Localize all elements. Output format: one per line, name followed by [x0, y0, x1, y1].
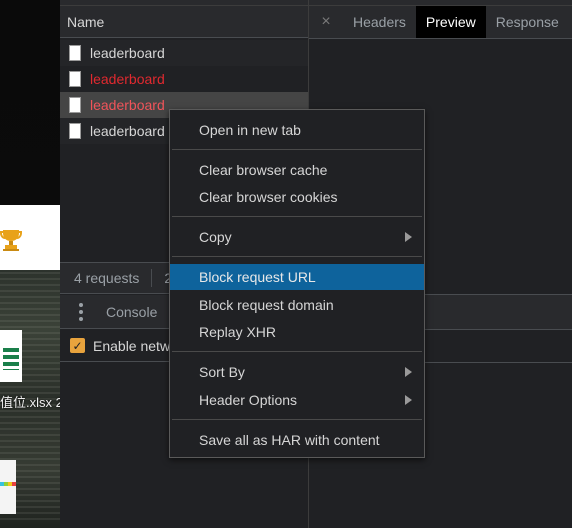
menu-item-sort-by[interactable]: Sort By: [170, 359, 424, 385]
spreadsheet-icon[interactable]: [0, 330, 22, 382]
document-icon: [69, 71, 81, 87]
menu-separator: [172, 149, 422, 150]
request-row[interactable]: leaderboard: [60, 66, 308, 92]
desktop-file-label[interactable]: 值位.xlsx 2: [0, 392, 60, 411]
menu-item-label: Block request URL: [199, 269, 316, 285]
menu-separator: [172, 351, 422, 352]
request-name: leaderboard: [90, 45, 165, 61]
submenu-arrow-icon: [405, 232, 412, 242]
request-name: leaderboard: [90, 97, 165, 113]
request-name: leaderboard: [90, 71, 165, 87]
image-thumbnail[interactable]: [0, 460, 16, 514]
menu-item-open-in-new-tab[interactable]: Open in new tab: [170, 117, 424, 143]
details-tabbar: × Headers Preview Response: [309, 6, 572, 39]
menu-item-label: Header Options: [199, 392, 298, 408]
spreadsheet-grid: [3, 348, 19, 370]
menu-item-label: Block request domain: [199, 297, 334, 313]
menu-item-label: Replay XHR: [199, 324, 277, 340]
submenu-arrow-icon: [405, 395, 412, 405]
menu-separator: [172, 216, 422, 217]
menu-separator: [172, 256, 422, 257]
name-column-label: Name: [67, 13, 105, 30]
menu-item-label: Open in new tab: [199, 122, 301, 138]
tab-console[interactable]: Console: [106, 304, 157, 320]
request-name: leaderboard: [90, 123, 165, 139]
drawer-tabbar-extension: [425, 295, 572, 330]
menu-item-label: Clear browser cache: [199, 162, 328, 178]
menu-item-save-all-as-har[interactable]: Save all as HAR with content: [170, 427, 424, 453]
tab-headers[interactable]: Headers: [343, 6, 416, 38]
menu-item-clear-browser-cookies[interactable]: Clear browser cookies: [170, 184, 424, 210]
divider: [425, 362, 572, 363]
document-icon: [69, 97, 81, 113]
menu-item-label: Sort By: [199, 364, 245, 380]
menu-item-clear-browser-cache[interactable]: Clear browser cache: [170, 157, 424, 183]
context-menu: Open in new tab Clear browser cache Clea…: [169, 109, 425, 458]
thumbnail-color-bar: [0, 482, 16, 486]
menu-item-block-request-url[interactable]: Block request URL: [170, 264, 424, 290]
name-column-header[interactable]: Name: [60, 6, 308, 38]
enable-network-checkbox[interactable]: ✓: [70, 338, 85, 353]
submenu-arrow-icon: [405, 367, 412, 377]
menu-item-label: Clear browser cookies: [199, 189, 338, 205]
request-row[interactable]: leaderboard: [60, 40, 308, 66]
close-icon[interactable]: ×: [309, 6, 343, 38]
menu-item-block-request-domain[interactable]: Block request domain: [170, 292, 424, 318]
document-icon: [69, 45, 81, 61]
enable-network-label: Enable netw: [93, 337, 171, 354]
menu-item-label: Save all as HAR with content: [199, 432, 380, 448]
summary-divider: [151, 269, 153, 287]
desktop-background: 值位.xlsx 2: [0, 0, 60, 528]
menu-item-header-options[interactable]: Header Options: [170, 387, 424, 413]
document-icon: [69, 123, 81, 139]
request-count: 4 requests: [74, 270, 140, 286]
menu-item-label: Copy: [199, 229, 232, 245]
menu-item-copy[interactable]: Copy: [170, 224, 424, 250]
menu-item-replay-xhr[interactable]: Replay XHR: [170, 319, 424, 345]
more-options-icon[interactable]: [78, 302, 84, 321]
trophy-icon[interactable]: [0, 228, 22, 252]
tab-response[interactable]: Response: [486, 6, 569, 38]
menu-separator: [172, 419, 422, 420]
tab-preview[interactable]: Preview: [415, 6, 486, 38]
